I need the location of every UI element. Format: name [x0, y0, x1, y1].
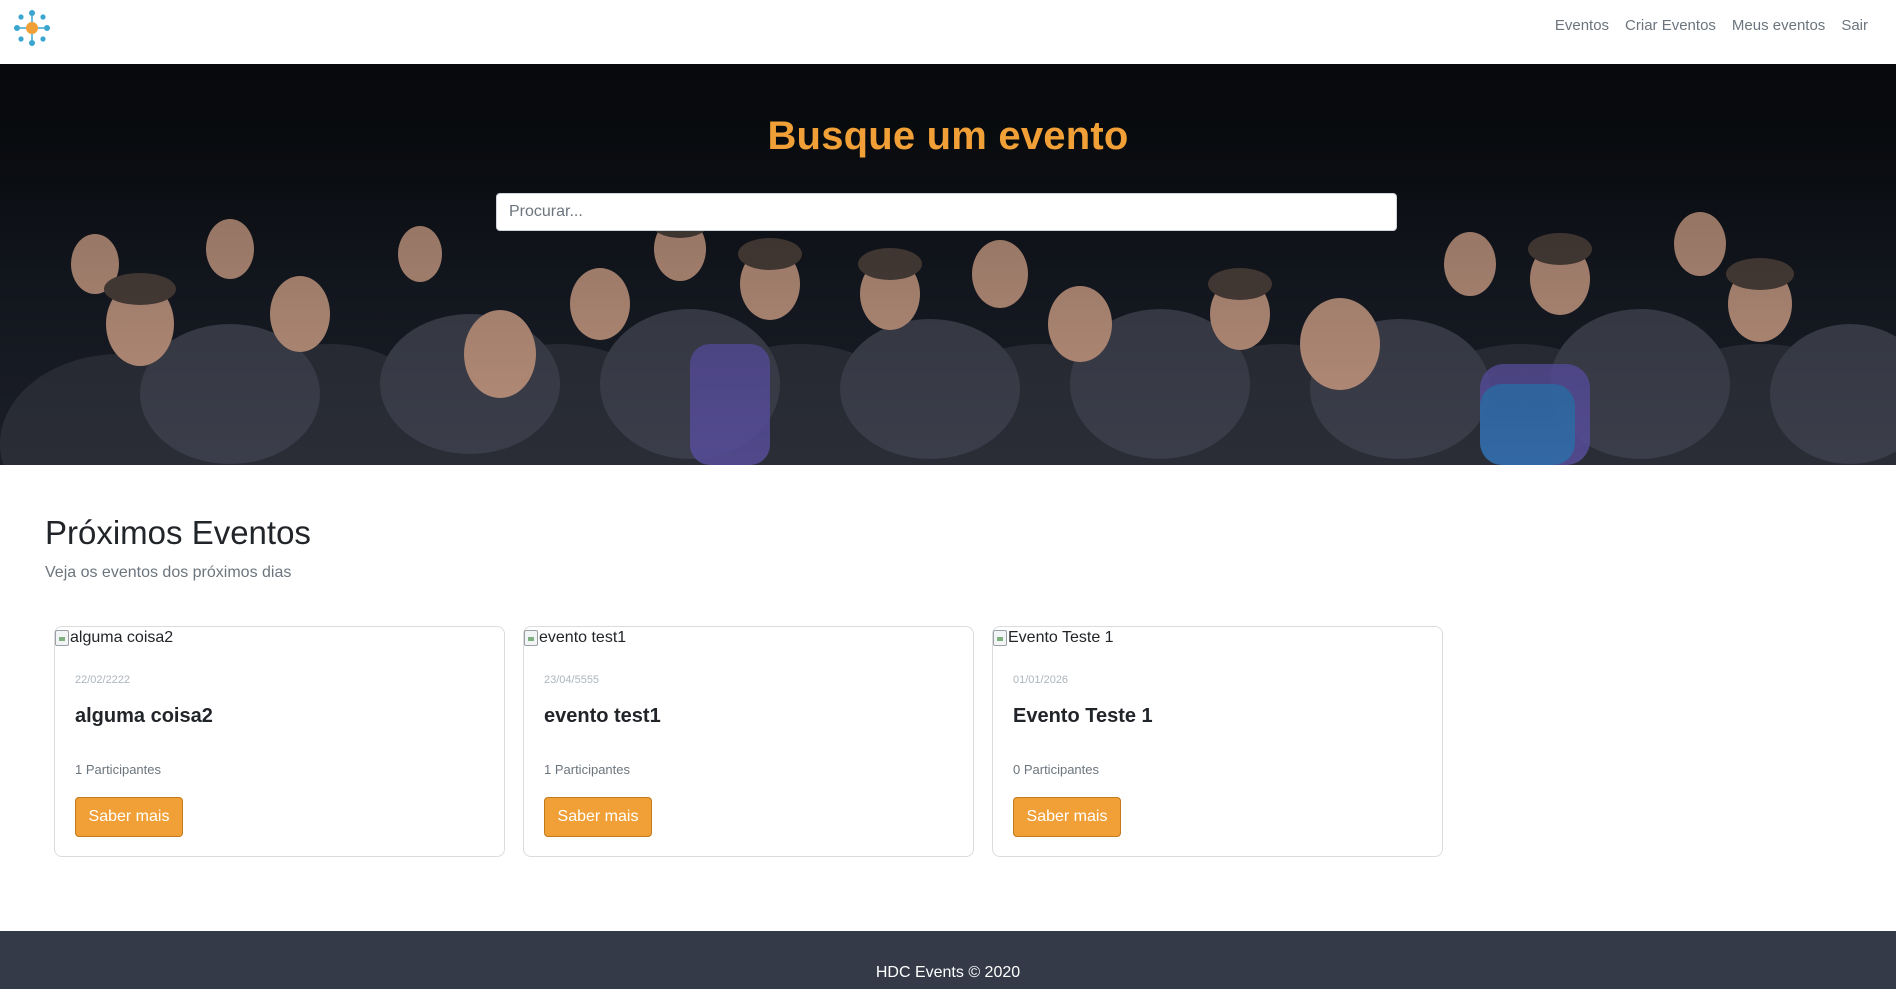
section-subtitle: Veja os eventos dos próximos dias — [45, 564, 292, 581]
events-network-icon[interactable] — [12, 8, 52, 48]
broken-image-icon — [524, 630, 538, 646]
broken-image-icon — [993, 630, 1007, 646]
event-image-alt: alguma coisa2 — [70, 629, 174, 646]
event-participants: 1 Participantes — [75, 762, 161, 777]
event-image: evento test1 — [524, 629, 626, 647]
event-card: evento test1 23/04/5555 evento test1 1 P… — [523, 626, 974, 857]
broken-image-icon — [55, 630, 69, 646]
navbar: Eventos Criar Eventos Meus eventos Sair — [0, 0, 1896, 64]
event-participants: 1 Participantes — [544, 762, 630, 777]
event-card: Evento Teste 1 01/01/2026 Evento Teste 1… — [992, 626, 1443, 857]
saber-mais-button[interactable]: Saber mais — [544, 797, 652, 837]
nav-links: Eventos Criar Eventos Meus eventos Sair — [1547, 17, 1876, 35]
nav-link-sair[interactable]: Sair — [1833, 17, 1876, 35]
event-image-alt: Evento Teste 1 — [1008, 629, 1114, 646]
event-cards: alguma coisa2 22/02/2222 alguma coisa2 1… — [54, 626, 1443, 857]
nav-link-eventos[interactable]: Eventos — [1547, 17, 1617, 35]
saber-mais-button[interactable]: Saber mais — [75, 797, 183, 837]
saber-mais-button[interactable]: Saber mais — [1013, 797, 1121, 837]
hero-banner: Busque um evento — [0, 64, 1896, 465]
event-image: alguma coisa2 — [55, 629, 173, 647]
footer: HDC Events © 2020 — [0, 931, 1896, 989]
event-image-alt: evento test1 — [539, 629, 627, 646]
event-date: 22/02/2222 — [75, 674, 131, 686]
search-input[interactable] — [496, 193, 1397, 231]
hero-title: Busque um evento — [767, 114, 1129, 158]
event-title: evento test1 — [544, 705, 661, 727]
nav-link-meus-eventos[interactable]: Meus eventos — [1724, 17, 1833, 35]
nav-link-criar-eventos[interactable]: Criar Eventos — [1617, 17, 1724, 35]
event-card: alguma coisa2 22/02/2222 alguma coisa2 1… — [54, 626, 505, 857]
event-title: alguma coisa2 — [75, 705, 213, 727]
section-title: Próximos Eventos — [45, 514, 311, 551]
event-title: Evento Teste 1 — [1013, 705, 1153, 727]
event-date: 01/01/2026 — [1013, 674, 1069, 686]
event-participants: 0 Participantes — [1013, 762, 1099, 777]
footer-copyright: HDC Events © 2020 — [875, 964, 1021, 981]
event-image: Evento Teste 1 — [993, 629, 1114, 647]
event-date: 23/04/5555 — [544, 674, 600, 686]
